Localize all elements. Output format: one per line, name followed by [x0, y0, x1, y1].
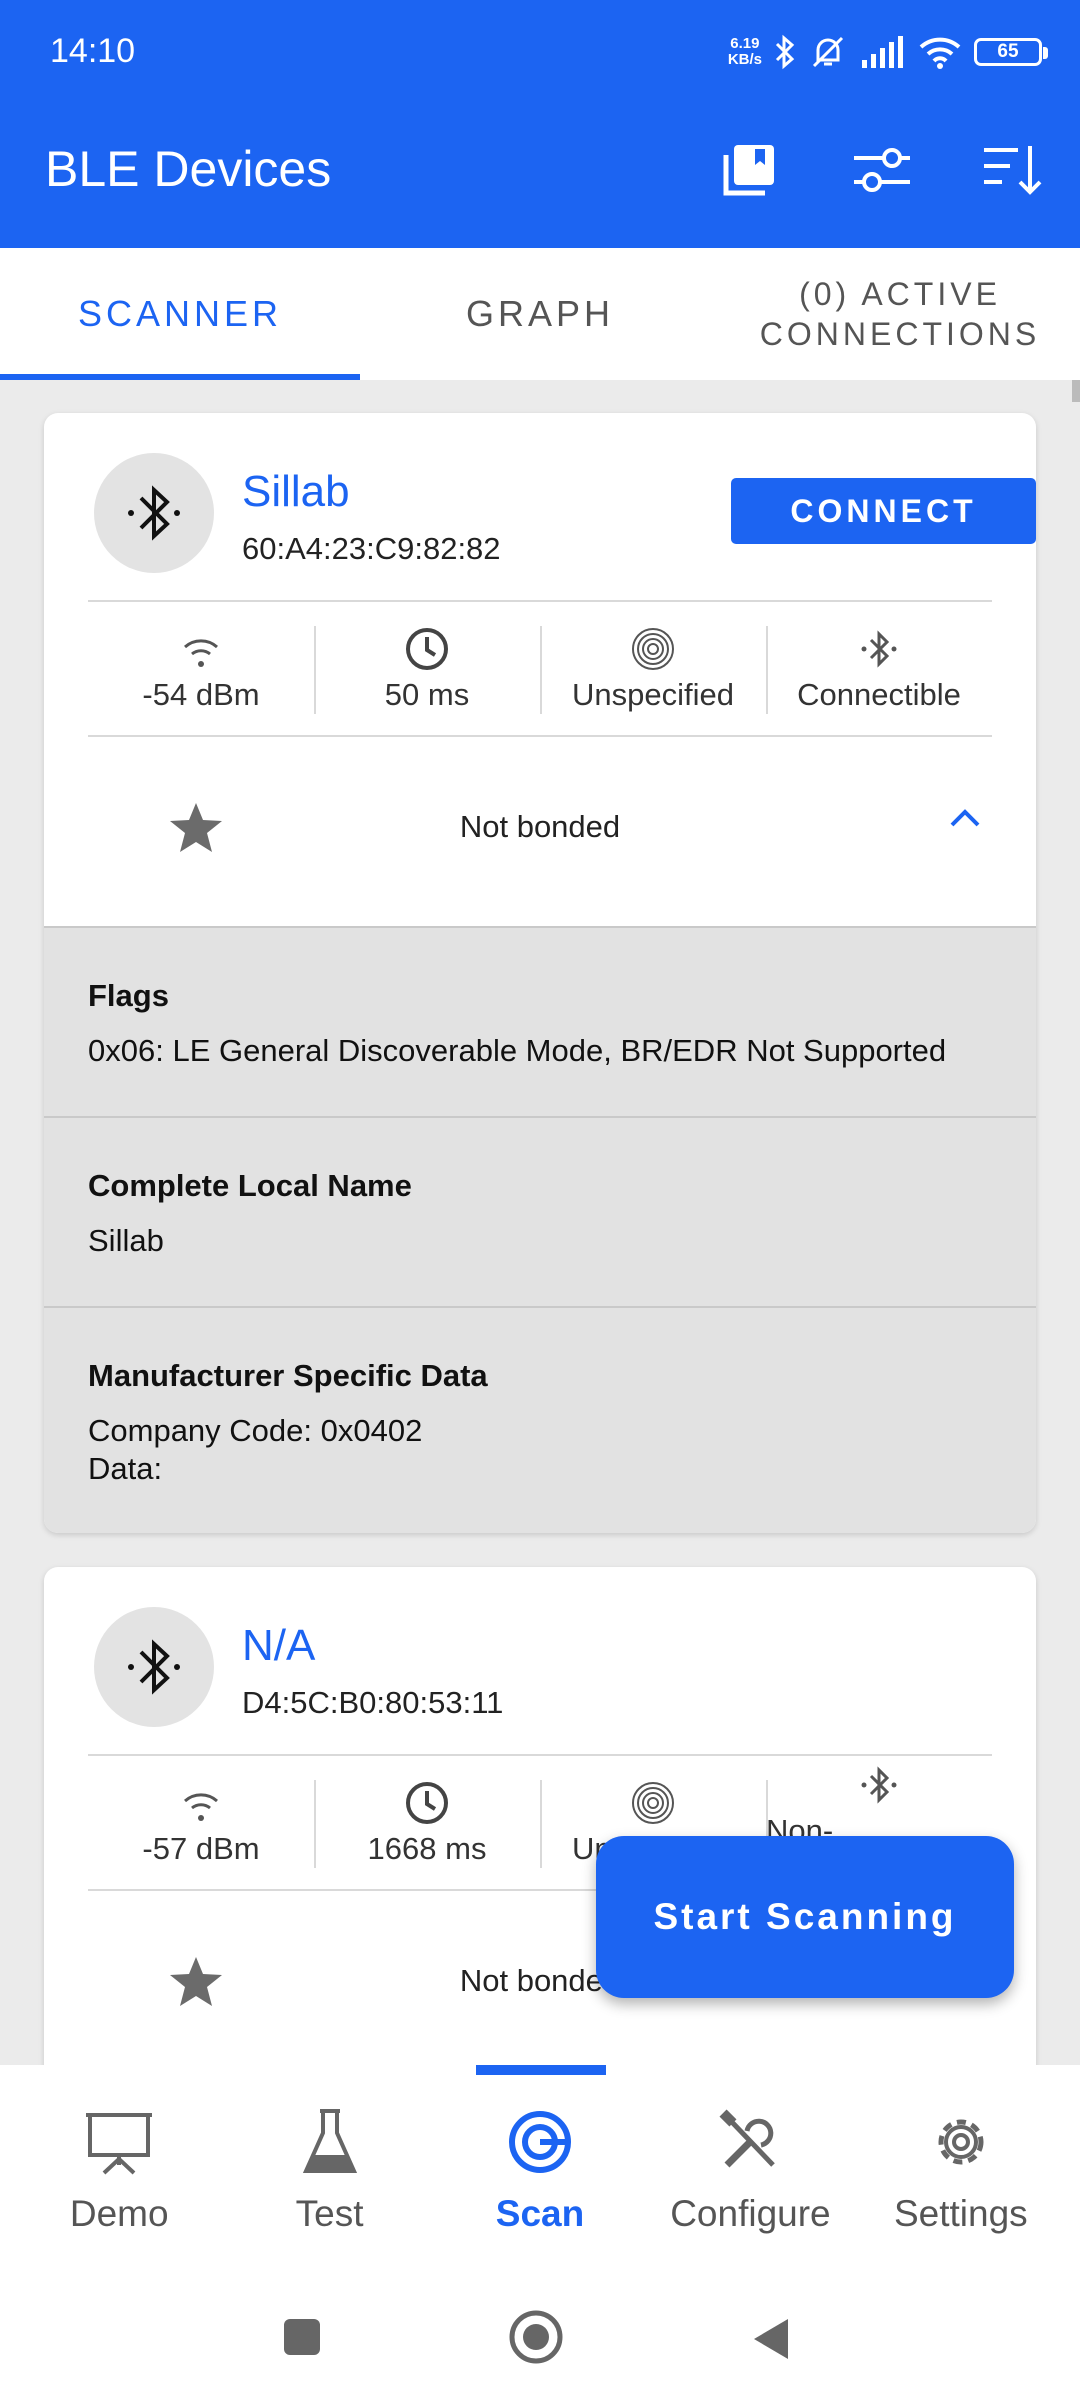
- connect-button[interactable]: CONNECT: [731, 478, 1036, 544]
- rssi-icon: [184, 1793, 218, 1821]
- clock-icon: [406, 628, 448, 670]
- device-address: 60:A4:23:C9:82:82: [242, 531, 501, 566]
- bluetooth-icon: [128, 1639, 180, 1695]
- rssi-metric: -57 dBm: [88, 1756, 314, 1890]
- tab-bar: SCANNER GRAPH (0) ACTIVE CONNECTIONS: [0, 248, 1080, 380]
- beacon-icon: [632, 628, 674, 670]
- scrollbar-thumb[interactable]: [1072, 380, 1080, 402]
- rssi-icon: [184, 639, 218, 667]
- start-scanning-button[interactable]: Start Scanning: [596, 1836, 1014, 1998]
- bluetooth-status-icon: [775, 34, 795, 70]
- device-name[interactable]: Sillab: [242, 467, 350, 517]
- nav-item-configure[interactable]: Configure: [645, 2065, 855, 2285]
- device-name[interactable]: N/A: [242, 1621, 315, 1671]
- interval-metric: 50 ms: [314, 602, 540, 736]
- bond-row[interactable]: Not bonded: [88, 737, 992, 917]
- tools-icon: [719, 2109, 776, 2168]
- filter-icon[interactable]: [850, 138, 914, 202]
- flask-icon: [302, 2109, 357, 2173]
- nav-item-test[interactable]: Test: [224, 2065, 434, 2285]
- beacon-type-metric: Unspecified: [540, 602, 766, 736]
- device-metrics: -54 dBm 50 ms Unspecified Connectible: [88, 602, 992, 736]
- nav-item-demo[interactable]: Demo: [14, 2065, 224, 2285]
- battery-icon: 65: [974, 38, 1048, 66]
- device-avatar: [94, 1607, 214, 1727]
- connectable-metric: Connectible: [766, 602, 992, 736]
- home-button-icon[interactable]: [508, 2309, 564, 2365]
- muted-bell-icon: [812, 36, 844, 68]
- device-address: D4:5C:B0:80:53:11: [242, 1685, 504, 1720]
- device-card[interactable]: Sillab 60:A4:23:C9:82:82 CONNECT -54 dBm…: [44, 413, 1036, 1533]
- bottom-nav: Demo Test Scan Configure Settings: [0, 2065, 1080, 2285]
- presentation-icon: [86, 2113, 153, 2175]
- bluetooth-connect-icon: [861, 630, 897, 668]
- interval-metric: 1668 ms: [314, 1756, 540, 1890]
- back-button-icon[interactable]: [748, 2315, 792, 2363]
- adv-record-local-name: Complete Local Name Sillab: [44, 1116, 1036, 1306]
- nav-item-scan[interactable]: Scan: [435, 2065, 645, 2285]
- bluetooth-icon: [128, 485, 180, 541]
- signal-icon: [862, 36, 903, 68]
- clock-icon: [406, 1782, 448, 1824]
- adv-record-flags: Flags 0x06: LE General Discoverable Mode…: [44, 926, 1036, 1116]
- bluetooth-connect-icon: [861, 1766, 897, 1804]
- page-title: BLE Devices: [45, 141, 332, 197]
- nav-item-settings[interactable]: Settings: [856, 2065, 1066, 2285]
- network-speed: 6.19 KB/s: [727, 35, 762, 68]
- scan-target-icon: [509, 2111, 572, 2173]
- gear-icon: [938, 2119, 984, 2165]
- chevron-up-icon[interactable]: [948, 807, 982, 829]
- rssi-metric: -54 dBm: [88, 602, 314, 736]
- status-icons: 6.19 KB/s 65: [727, 24, 1048, 80]
- app-bar: 14:10 6.19 KB/s 65 BLE Devices: [0, 0, 1080, 248]
- system-nav-bar: [0, 2285, 1080, 2400]
- sort-icon[interactable]: [980, 138, 1044, 202]
- bond-status: Not bonded: [459, 809, 621, 844]
- device-avatar: [94, 453, 214, 573]
- bookmarks-icon[interactable]: [718, 138, 782, 202]
- adv-record-manufacturer-data: Manufacturer Specific Data Company Code:…: [44, 1306, 1036, 1533]
- beacon-icon: [632, 1782, 674, 1824]
- tab-graph[interactable]: GRAPH: [360, 248, 720, 380]
- recents-button-icon[interactable]: [280, 2315, 324, 2359]
- tab-active-connections[interactable]: (0) ACTIVE CONNECTIONS: [720, 248, 1080, 380]
- status-time: 14:10: [50, 32, 136, 70]
- tab-scanner[interactable]: SCANNER: [0, 248, 360, 380]
- wifi-icon: [919, 37, 961, 69]
- nav-active-indicator: [476, 2065, 606, 2075]
